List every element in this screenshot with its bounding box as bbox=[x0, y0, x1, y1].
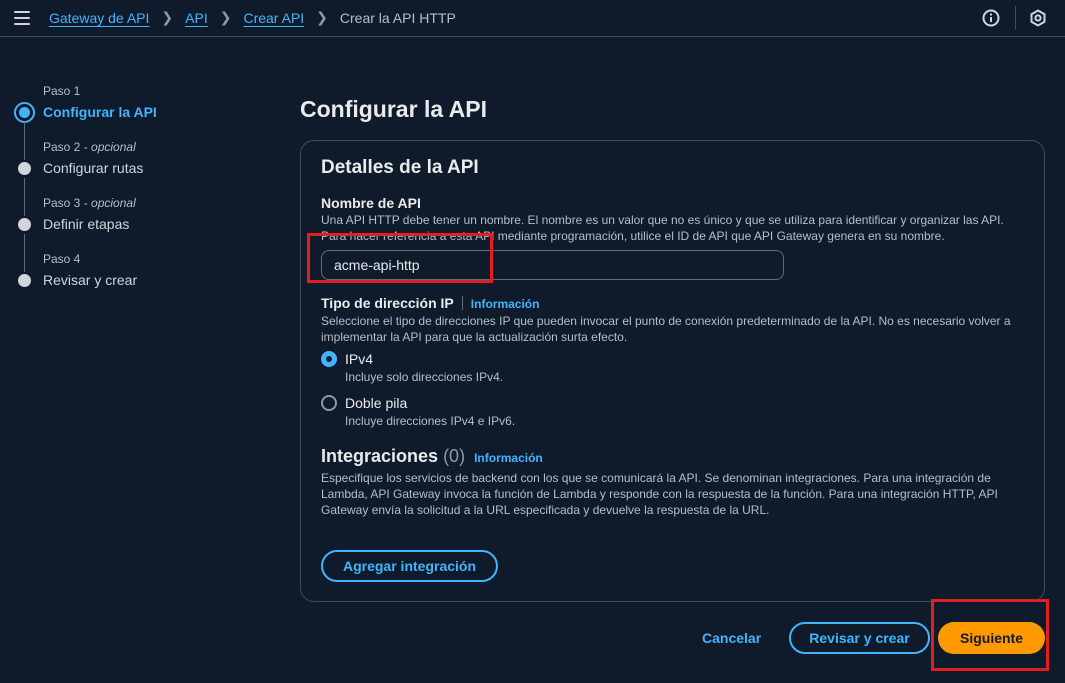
step-indicator-icon bbox=[18, 274, 31, 287]
step-2-optional: opcional bbox=[91, 140, 136, 154]
add-integration-button[interactable]: Agregar integración bbox=[321, 550, 498, 582]
dual-stack-radio-label[interactable]: Doble pila bbox=[345, 395, 407, 411]
breadcrumb: Gateway de API ❯ API ❯ Crear API ❯ Crear… bbox=[49, 9, 456, 26]
step-2-title[interactable]: Configurar rutas bbox=[43, 160, 143, 176]
step-1-label: Paso 1 bbox=[43, 84, 81, 98]
integrations-heading: Integraciones (0) Información bbox=[321, 446, 543, 467]
page-title: Configurar la API bbox=[300, 96, 487, 122]
api-name-label: Nombre de API bbox=[321, 195, 421, 211]
integrations-count: (0) bbox=[443, 446, 466, 466]
dual-stack-hint: Incluye direcciones IPv4 e IPv6. bbox=[345, 414, 516, 428]
breadcrumb-api[interactable]: API bbox=[185, 10, 208, 26]
step-1[interactable]: Paso 1 Configurar la API bbox=[14, 84, 274, 160]
ipv4-radio[interactable] bbox=[321, 351, 337, 367]
breadcrumb-gateway-de-api[interactable]: Gateway de API bbox=[49, 10, 149, 26]
step-4-label: Paso 4 bbox=[43, 252, 81, 266]
step-indicator-icon bbox=[18, 162, 31, 175]
step-3-title[interactable]: Definir etapas bbox=[43, 216, 129, 232]
step-2[interactable]: Paso 2 - opcional Configurar rutas bbox=[14, 140, 274, 216]
ip-type-description: Seleccione el tipo de direcciones IP que… bbox=[321, 314, 1011, 344]
cancel-button[interactable]: Cancelar bbox=[702, 630, 761, 646]
ip-type-label-row: Tipo de dirección IP Información bbox=[321, 295, 539, 311]
step-2-label: Paso 2 - opcional bbox=[43, 140, 136, 154]
info-separator bbox=[461, 296, 463, 310]
chevron-right-icon: ❯ bbox=[219, 9, 232, 25]
ipv4-hint: Incluye solo direcciones IPv4. bbox=[345, 370, 504, 384]
api-name-description: Una API HTTP debe tener un nombre. El no… bbox=[321, 213, 1004, 243]
chevron-right-icon: ❯ bbox=[161, 9, 174, 25]
ip-type-label: Tipo de dirección IP bbox=[321, 295, 454, 311]
step-active-indicator-icon bbox=[14, 102, 35, 123]
info-circle-icon[interactable] bbox=[981, 8, 1001, 28]
integrations-title: Integraciones bbox=[321, 446, 439, 466]
ip-type-info-link[interactable]: Información bbox=[471, 297, 540, 311]
next-button[interactable]: Siguiente bbox=[938, 622, 1045, 654]
breadcrumb-crear-api[interactable]: Crear API bbox=[243, 10, 304, 26]
review-and-create-button[interactable]: Revisar y crear bbox=[789, 622, 930, 654]
step-4-title[interactable]: Revisar y crear bbox=[43, 272, 137, 288]
step-4[interactable]: Paso 4 Revisar y crear bbox=[14, 252, 274, 308]
integrations-info-link[interactable]: Información bbox=[474, 451, 543, 465]
api-details-panel: Detalles de la API Nombre de API Una API… bbox=[300, 140, 1045, 602]
step-3-optional: opcional bbox=[91, 196, 136, 210]
toolbar-divider bbox=[1015, 6, 1016, 30]
step-1-title[interactable]: Configurar la API bbox=[43, 104, 157, 120]
hexagon-settings-icon[interactable] bbox=[1028, 8, 1048, 28]
step-3[interactable]: Paso 3 - opcional Definir etapas bbox=[14, 196, 274, 272]
wizard-steps: Paso 1 Configurar la API Paso 2 - opcion… bbox=[14, 84, 274, 308]
step-3-label: Paso 3 - opcional bbox=[43, 196, 136, 210]
step-indicator-icon bbox=[18, 218, 31, 231]
api-name-input[interactable] bbox=[321, 250, 784, 280]
breadcrumb-current: Crear la API HTTP bbox=[339, 9, 456, 26]
hamburger-menu-icon[interactable] bbox=[14, 11, 30, 25]
panel-title: Detalles de la API bbox=[321, 157, 479, 178]
dual-stack-radio[interactable] bbox=[321, 395, 337, 411]
top-navigation-bar: Gateway de API ❯ API ❯ Crear API ❯ Crear… bbox=[0, 0, 1065, 37]
ipv4-radio-label[interactable]: IPv4 bbox=[345, 351, 373, 367]
chevron-right-icon: ❯ bbox=[316, 9, 328, 25]
integrations-description: Especifique los servicios de backend con… bbox=[321, 471, 998, 517]
